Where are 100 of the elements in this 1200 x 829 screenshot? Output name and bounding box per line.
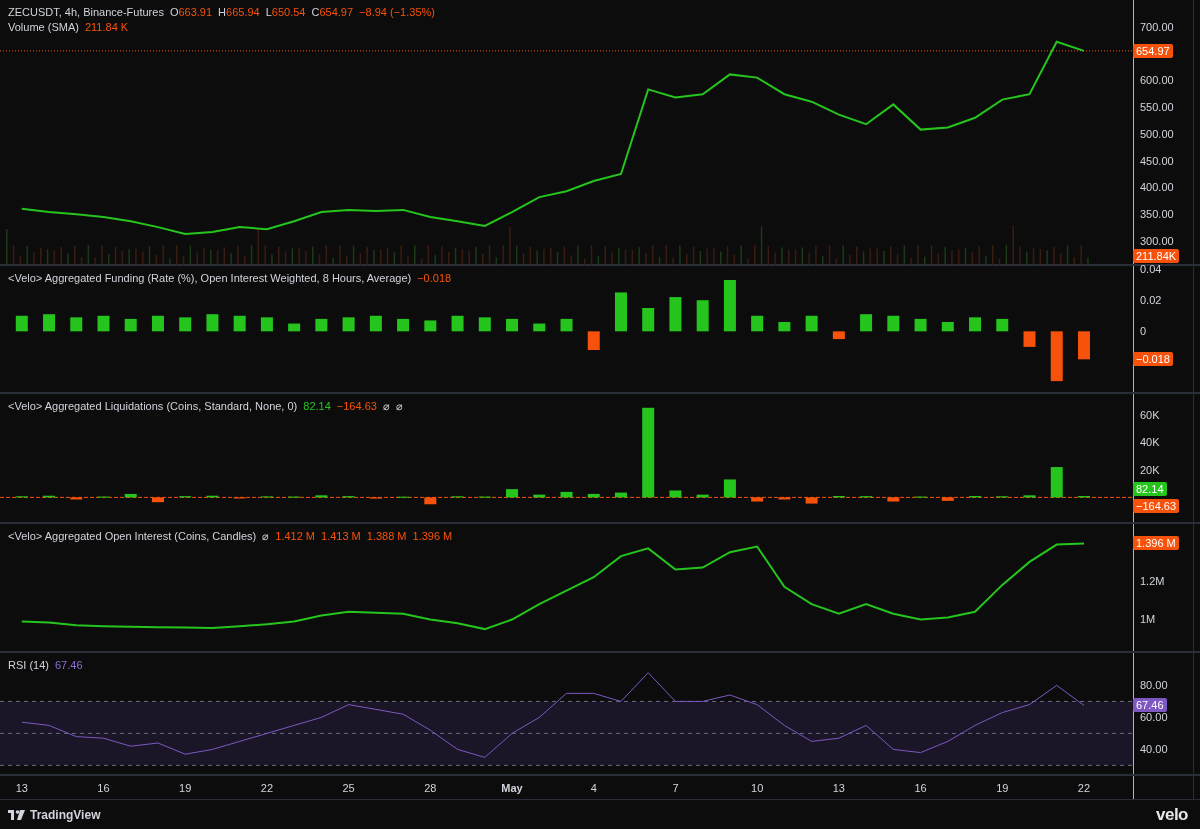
bar [832, 331, 845, 340]
bar [424, 497, 437, 505]
indicator-value: 1.413 M [321, 530, 361, 542]
hidden-symbol[interactable]: ⌀ [395, 400, 403, 413]
indicator-value: 1.388 M [366, 530, 407, 542]
indicator-title: <Velo> Aggregated Funding (Rate (%), Open Interest Weighted, 8 Hours, Average) [8, 272, 412, 284]
bar [151, 315, 164, 332]
bar [179, 317, 192, 332]
ohlc-value: 665.94 [226, 6, 260, 18]
bar [260, 317, 273, 332]
ohlc-label: H [218, 6, 227, 18]
indicator-value: 82.14 [303, 400, 331, 412]
date-label: 22 [1077, 782, 1091, 794]
bar [315, 318, 328, 332]
bar [914, 318, 927, 332]
date-label: 19 [996, 782, 1009, 794]
bar [1050, 467, 1063, 498]
bar [723, 479, 736, 498]
date-label: 28 [424, 782, 437, 794]
bar [478, 317, 491, 332]
bar [506, 489, 519, 498]
price-tag: 654.97 [1133, 43, 1173, 58]
axis-label: 80.00 [1140, 679, 1168, 692]
bar [369, 315, 382, 332]
bar [614, 292, 627, 332]
ohlc-value: 654.97 [319, 6, 354, 18]
ohlc-label: L [265, 6, 272, 18]
hidden-symbol[interactable]: ⌀ [262, 530, 270, 543]
bar [941, 322, 954, 332]
bar [1023, 331, 1036, 347]
axis-label: 450.00 [1140, 154, 1174, 167]
date-label: 13 [832, 782, 845, 794]
indicator-title: RSI (14) [8, 659, 49, 671]
bar [751, 315, 764, 332]
axis-label: 400.00 [1140, 181, 1174, 194]
bar [860, 314, 873, 332]
axis-label: 40K [1140, 436, 1160, 449]
bar [560, 318, 573, 332]
bar [587, 331, 600, 350]
bar [805, 315, 818, 332]
bar [723, 280, 736, 332]
bar [70, 317, 83, 332]
bar [669, 490, 682, 498]
bar [43, 314, 55, 332]
bar [587, 493, 600, 498]
price-tag: 211.84K [1133, 249, 1180, 263]
hidden-symbol[interactable]: ⌀ [382, 400, 390, 413]
price-tag: 67.46 [1133, 698, 1167, 713]
ohlc-value: 663.91 [178, 6, 213, 18]
axis-label: 1M [1140, 613, 1156, 626]
axis-label: 600.00 [1140, 74, 1174, 87]
bar [70, 497, 83, 500]
date-label: 16 [914, 782, 927, 794]
bar [124, 318, 137, 332]
axis-label: 550.00 [1140, 101, 1174, 114]
brand-logo[interactable]: TradingView [8, 807, 101, 822]
indicator-value: −164.63 [336, 400, 377, 412]
bar [887, 497, 900, 502]
price-change: −8.94 (−1.35%) [359, 6, 435, 18]
date-label: 22 [260, 782, 274, 794]
indicator-value: 1.396 M [412, 530, 453, 542]
volume-title: Volume (SMA) [8, 21, 79, 33]
bar [778, 497, 791, 500]
bar [887, 315, 900, 332]
axis-label: 60.00 [1140, 711, 1168, 724]
date-label: 10 [751, 782, 764, 794]
axis-label: 500.00 [1140, 127, 1174, 140]
bar [151, 497, 164, 503]
date-label: 16 [97, 782, 110, 794]
logo-icon [8, 809, 26, 820]
date-label: 7 [672, 782, 679, 794]
price-tag: −0.018 [1133, 352, 1173, 367]
bar [43, 495, 55, 498]
bar [969, 317, 982, 332]
bar [805, 497, 818, 504]
bar [288, 323, 301, 332]
indicator-value: 67.46 [54, 659, 83, 671]
axis-label: 40.00 [1140, 743, 1168, 756]
bar [533, 494, 546, 498]
bar [506, 318, 519, 332]
bar [97, 315, 110, 332]
bar [996, 318, 1009, 332]
bar [696, 300, 709, 332]
axis-label: 300.00 [1140, 234, 1174, 247]
indicator-value: −0.018 [417, 272, 452, 284]
bar [533, 323, 546, 332]
volume-value: 211.84 K [84, 21, 129, 33]
axis-label: 350.00 [1140, 208, 1174, 221]
bar [15, 315, 28, 332]
bar [696, 494, 709, 498]
bar [642, 308, 655, 332]
bar [669, 297, 682, 332]
ohlc-value: 650.54 [271, 6, 306, 18]
bar [751, 497, 764, 502]
bar [206, 495, 219, 498]
bar [233, 315, 246, 332]
date-label: 4 [590, 782, 597, 794]
axis-label: 0 [1140, 325, 1147, 338]
axis-label: 60K [1140, 408, 1160, 421]
ohlc-label: C [311, 6, 320, 18]
